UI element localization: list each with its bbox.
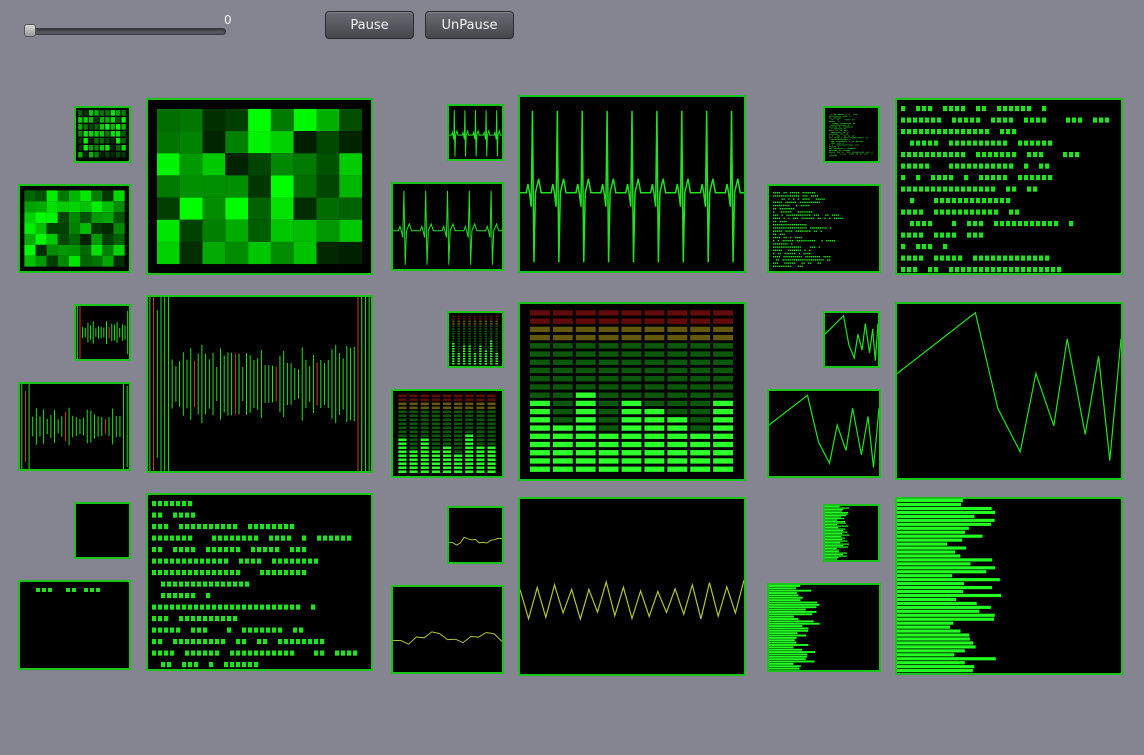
zigzag-line-thumb-medium[interactable] (767, 389, 881, 478)
waveform-main[interactable] (146, 295, 373, 473)
smooth-line-main[interactable] (518, 497, 746, 676)
slider-value: 0 (224, 13, 232, 27)
speed-slider[interactable] (24, 24, 228, 38)
ecg-thumb-small[interactable] (447, 104, 504, 161)
slider-thumb[interactable] (24, 24, 36, 37)
zigzag-line-main[interactable] (895, 302, 1123, 480)
level-meter-thumb-small[interactable] (447, 311, 504, 368)
ecg-thumb-medium[interactable] (391, 182, 504, 271)
horizontal-bars-thumb-small[interactable] (823, 504, 880, 562)
unpause-button[interactable]: UnPause (425, 11, 514, 39)
pause-button[interactable]: Pause (325, 11, 414, 39)
heatmap-thumb-small[interactable] (74, 106, 131, 163)
text-console-main[interactable] (146, 493, 373, 671)
text-stream-thumb-small[interactable] (823, 106, 880, 163)
waveform-thumb-medium[interactable] (18, 382, 131, 471)
smooth-line-thumb-small[interactable] (447, 506, 504, 564)
horizontal-bars-main[interactable] (895, 497, 1123, 675)
level-meter-main[interactable] (518, 302, 746, 481)
heatmap-thumb-medium[interactable] (18, 184, 131, 273)
text-stream-thumb-medium[interactable] (767, 184, 881, 273)
waveform-thumb-small[interactable] (74, 304, 131, 361)
text-console-thumb-medium[interactable] (18, 580, 131, 670)
level-meter-thumb-medium[interactable] (391, 389, 504, 478)
text-stream-main[interactable] (895, 98, 1123, 275)
heatmap-main[interactable] (146, 98, 373, 275)
text-console-thumb-small[interactable] (74, 502, 131, 559)
zigzag-line-thumb-small[interactable] (823, 311, 880, 368)
horizontal-bars-thumb-medium[interactable] (767, 583, 881, 672)
ecg-main[interactable] (518, 95, 746, 273)
slider-track[interactable] (28, 28, 226, 35)
smooth-line-thumb-medium[interactable] (391, 585, 504, 674)
